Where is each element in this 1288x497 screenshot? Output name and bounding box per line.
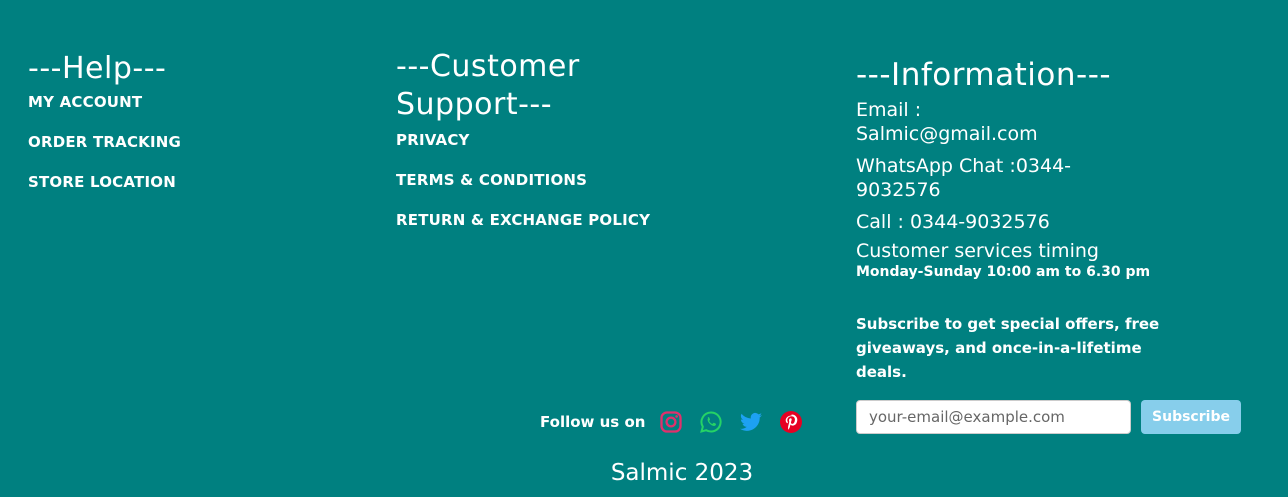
whatsapp-info: WhatsApp Chat :0344-9032576 [856,155,1072,201]
email-input[interactable] [856,400,1131,434]
return-exchange-policy-link[interactable]: RETURN & EXCHANGE POLICY [396,210,696,250]
help-links: MY ACCOUNT ORDER TRACKING STORE LOCATION [28,92,328,212]
pinterest-icon[interactable] [779,410,803,434]
terms-conditions-link[interactable]: TERMS & CONDITIONS [396,170,696,210]
information-heading: ---Information--- [856,57,1112,93]
customer-support-heading: ---Customer Support--- [396,49,580,122]
help-heading: ---Help--- [28,51,167,86]
copyright: Salmic 2023 [610,460,754,486]
privacy-link[interactable]: PRIVACY [396,130,696,170]
my-account-link[interactable]: MY ACCOUNT [28,92,328,132]
order-tracking-link[interactable]: ORDER TRACKING [28,132,328,172]
customer-support-section: ---Customer Support--- PRIVACY TERMS & C… [396,48,696,250]
call-info: Call : 0344-9032576 [856,211,1050,233]
support-links: PRIVACY TERMS & CONDITIONS RETURN & EXCH… [396,130,696,250]
help-section: ---Help--- MY ACCOUNT ORDER TRACKING STO… [28,50,328,212]
twitter-icon[interactable] [739,410,763,434]
social-follow: Follow us on [540,410,819,434]
subscribe-text: Subscribe to get special offers, free gi… [856,315,1160,381]
information-section: ---Information--- Email : Salmic@gmail.c… [856,56,1276,434]
follow-label: Follow us on [540,413,646,431]
whatsapp-icon[interactable] [699,410,723,434]
timing-hours: Monday-Sunday 10:00 am to 6.30 pm [856,264,1151,280]
subscribe-button[interactable]: Subscribe [1141,400,1241,434]
instagram-icon[interactable] [659,410,683,434]
store-location-link[interactable]: STORE LOCATION [28,172,328,212]
subscribe-form: Subscribe [856,400,1276,434]
email-info: Email : Salmic@gmail.com [856,99,1038,145]
timing-title: Customer services timing [856,240,1099,262]
